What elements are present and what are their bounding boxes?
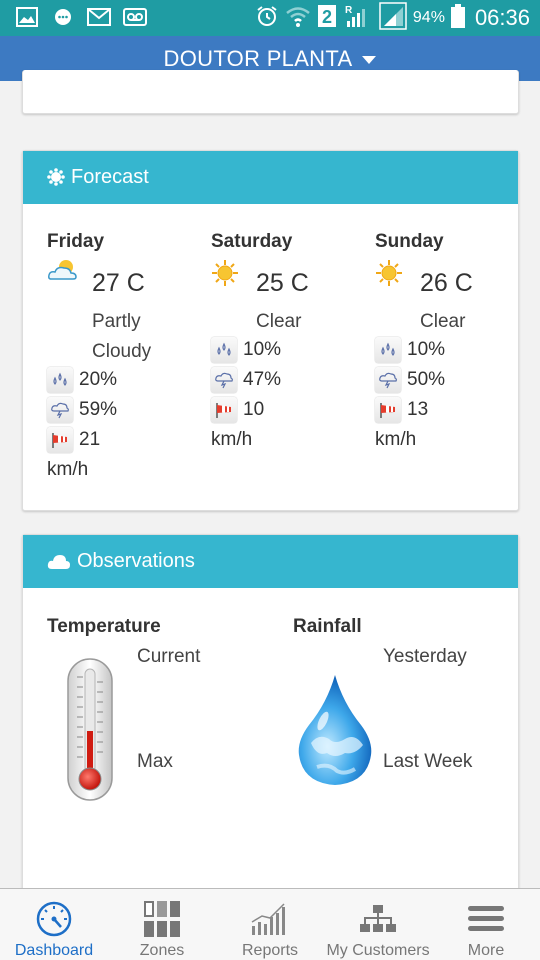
- grid-icon: [143, 899, 181, 938]
- sim2-icon: 2: [317, 4, 337, 33]
- wifi-icon: [285, 4, 311, 33]
- temperature: 26 C: [420, 269, 473, 297]
- storm-row: 47%: [211, 367, 281, 393]
- condition: Clear: [256, 307, 301, 337]
- storm-cloud-icon: [375, 367, 401, 393]
- temperature: 25 C: [256, 269, 309, 297]
- windsock-icon: [47, 427, 73, 453]
- storm-value: 50%: [407, 369, 446, 390]
- chat-icon: [50, 6, 76, 28]
- condition: Partly Cloudy: [92, 307, 151, 367]
- precipitation-value: 20%: [79, 369, 118, 390]
- battery-percent: 94%: [412, 9, 445, 26]
- temperature-heading: Temperature: [47, 616, 161, 637]
- nav-label: More: [467, 942, 505, 959]
- rainfall-heading: Rainfall: [293, 616, 362, 637]
- battery-icon: [450, 3, 465, 33]
- signal-icon: [379, 1, 407, 35]
- nav-more[interactable]: More: [432, 889, 540, 960]
- nav-label: Reports: [241, 942, 299, 959]
- precipitation-value: 10%: [407, 339, 446, 360]
- forecast-card: Forecast Friday 27 C Partly Cloudy 20% 5…: [22, 150, 519, 511]
- water-drop-icon: [295, 673, 375, 793]
- storm-value: 47%: [243, 369, 282, 390]
- storm-cloud-icon: [47, 397, 73, 423]
- condition-line-1: Clear: [256, 311, 302, 332]
- raindrops-icon: [211, 337, 237, 363]
- sun-burst-icon: [47, 168, 65, 186]
- menu-icon: [467, 899, 505, 938]
- windsock-icon: [211, 397, 237, 423]
- condition-line-1: Clear: [420, 311, 466, 332]
- forecast-title: Forecast: [71, 166, 149, 188]
- max-label: Max: [137, 751, 173, 772]
- svg-text:2: 2: [322, 7, 332, 27]
- signal-roaming-icon: R: [343, 3, 373, 34]
- bar-chart-icon: [250, 899, 290, 938]
- wind-row: 10: [211, 397, 264, 423]
- svg-text:R: R: [345, 5, 353, 16]
- voicemail-icon: [122, 6, 148, 28]
- previous-card: [22, 70, 519, 114]
- day-name: Sunday: [375, 231, 444, 252]
- storm-value: 59%: [79, 399, 118, 420]
- raindrops-icon: [47, 367, 73, 393]
- nav-dashboard[interactable]: Dashboard: [0, 889, 108, 960]
- precipitation-row: 10%: [375, 337, 445, 363]
- mail-icon: [86, 6, 112, 28]
- bottom-navigation: Dashboard Zones Reports My Customers Mor…: [0, 888, 540, 960]
- forecast-header: Forecast: [23, 151, 518, 204]
- yesterday-label: Yesterday: [383, 646, 467, 667]
- wind-unit: km/h: [47, 459, 89, 480]
- wind-row: 21: [47, 427, 100, 453]
- day-name: Friday: [47, 231, 105, 252]
- last-week-label: Last Week: [383, 751, 473, 772]
- day-name: Saturday: [211, 231, 293, 252]
- wind-row: 13: [375, 397, 428, 423]
- nav-label: Zones: [139, 942, 185, 959]
- condition-line-2: Cloudy: [92, 341, 152, 362]
- sun-icon: [211, 259, 239, 292]
- condition: Clear: [420, 307, 465, 337]
- sun-icon: [375, 259, 403, 292]
- wind-value: 21: [79, 429, 101, 450]
- precipitation-row: 20%: [47, 367, 117, 393]
- storm-row: 50%: [375, 367, 445, 393]
- nav-zones[interactable]: Zones: [108, 889, 216, 960]
- dropdown-caret-icon[interactable]: [362, 56, 377, 64]
- observations-header: Observations: [23, 535, 518, 588]
- clock-gauge-icon: [35, 899, 73, 938]
- wind-value: 13: [407, 399, 429, 420]
- current-label: Current: [137, 646, 201, 667]
- condition-line-1: Partly: [92, 311, 141, 332]
- wind-unit: km/h: [375, 429, 417, 450]
- nav-my-customers[interactable]: My Customers: [324, 889, 432, 960]
- precipitation-row: 10%: [211, 337, 281, 363]
- status-bar: 2 R 94% 06:36: [0, 0, 540, 36]
- org-chart-icon: [358, 899, 398, 938]
- observations-title: Observations: [77, 550, 195, 572]
- wind-unit: km/h: [211, 429, 253, 450]
- alarm-icon: [255, 4, 279, 33]
- temperature: 27 C: [92, 269, 145, 297]
- app-title[interactable]: DOUTOR PLANTA: [164, 46, 353, 72]
- storm-cloud-icon: [211, 367, 237, 393]
- storm-row: 59%: [47, 397, 117, 423]
- nav-label: Dashboard: [14, 942, 94, 959]
- cloud-icon: [47, 555, 70, 569]
- clock: 06:36: [474, 5, 530, 30]
- nav-reports[interactable]: Reports: [216, 889, 324, 960]
- partly-cloudy-icon: [47, 257, 79, 288]
- gallery-icon: [14, 6, 40, 28]
- observations-card: Observations Temperature Current Max Rai…: [22, 534, 519, 914]
- thermometer-icon: [65, 657, 115, 807]
- raindrops-icon: [375, 337, 401, 363]
- precipitation-value: 10%: [243, 339, 282, 360]
- windsock-icon: [375, 397, 401, 423]
- wind-value: 10: [243, 399, 265, 420]
- nav-label: My Customers: [326, 942, 430, 959]
